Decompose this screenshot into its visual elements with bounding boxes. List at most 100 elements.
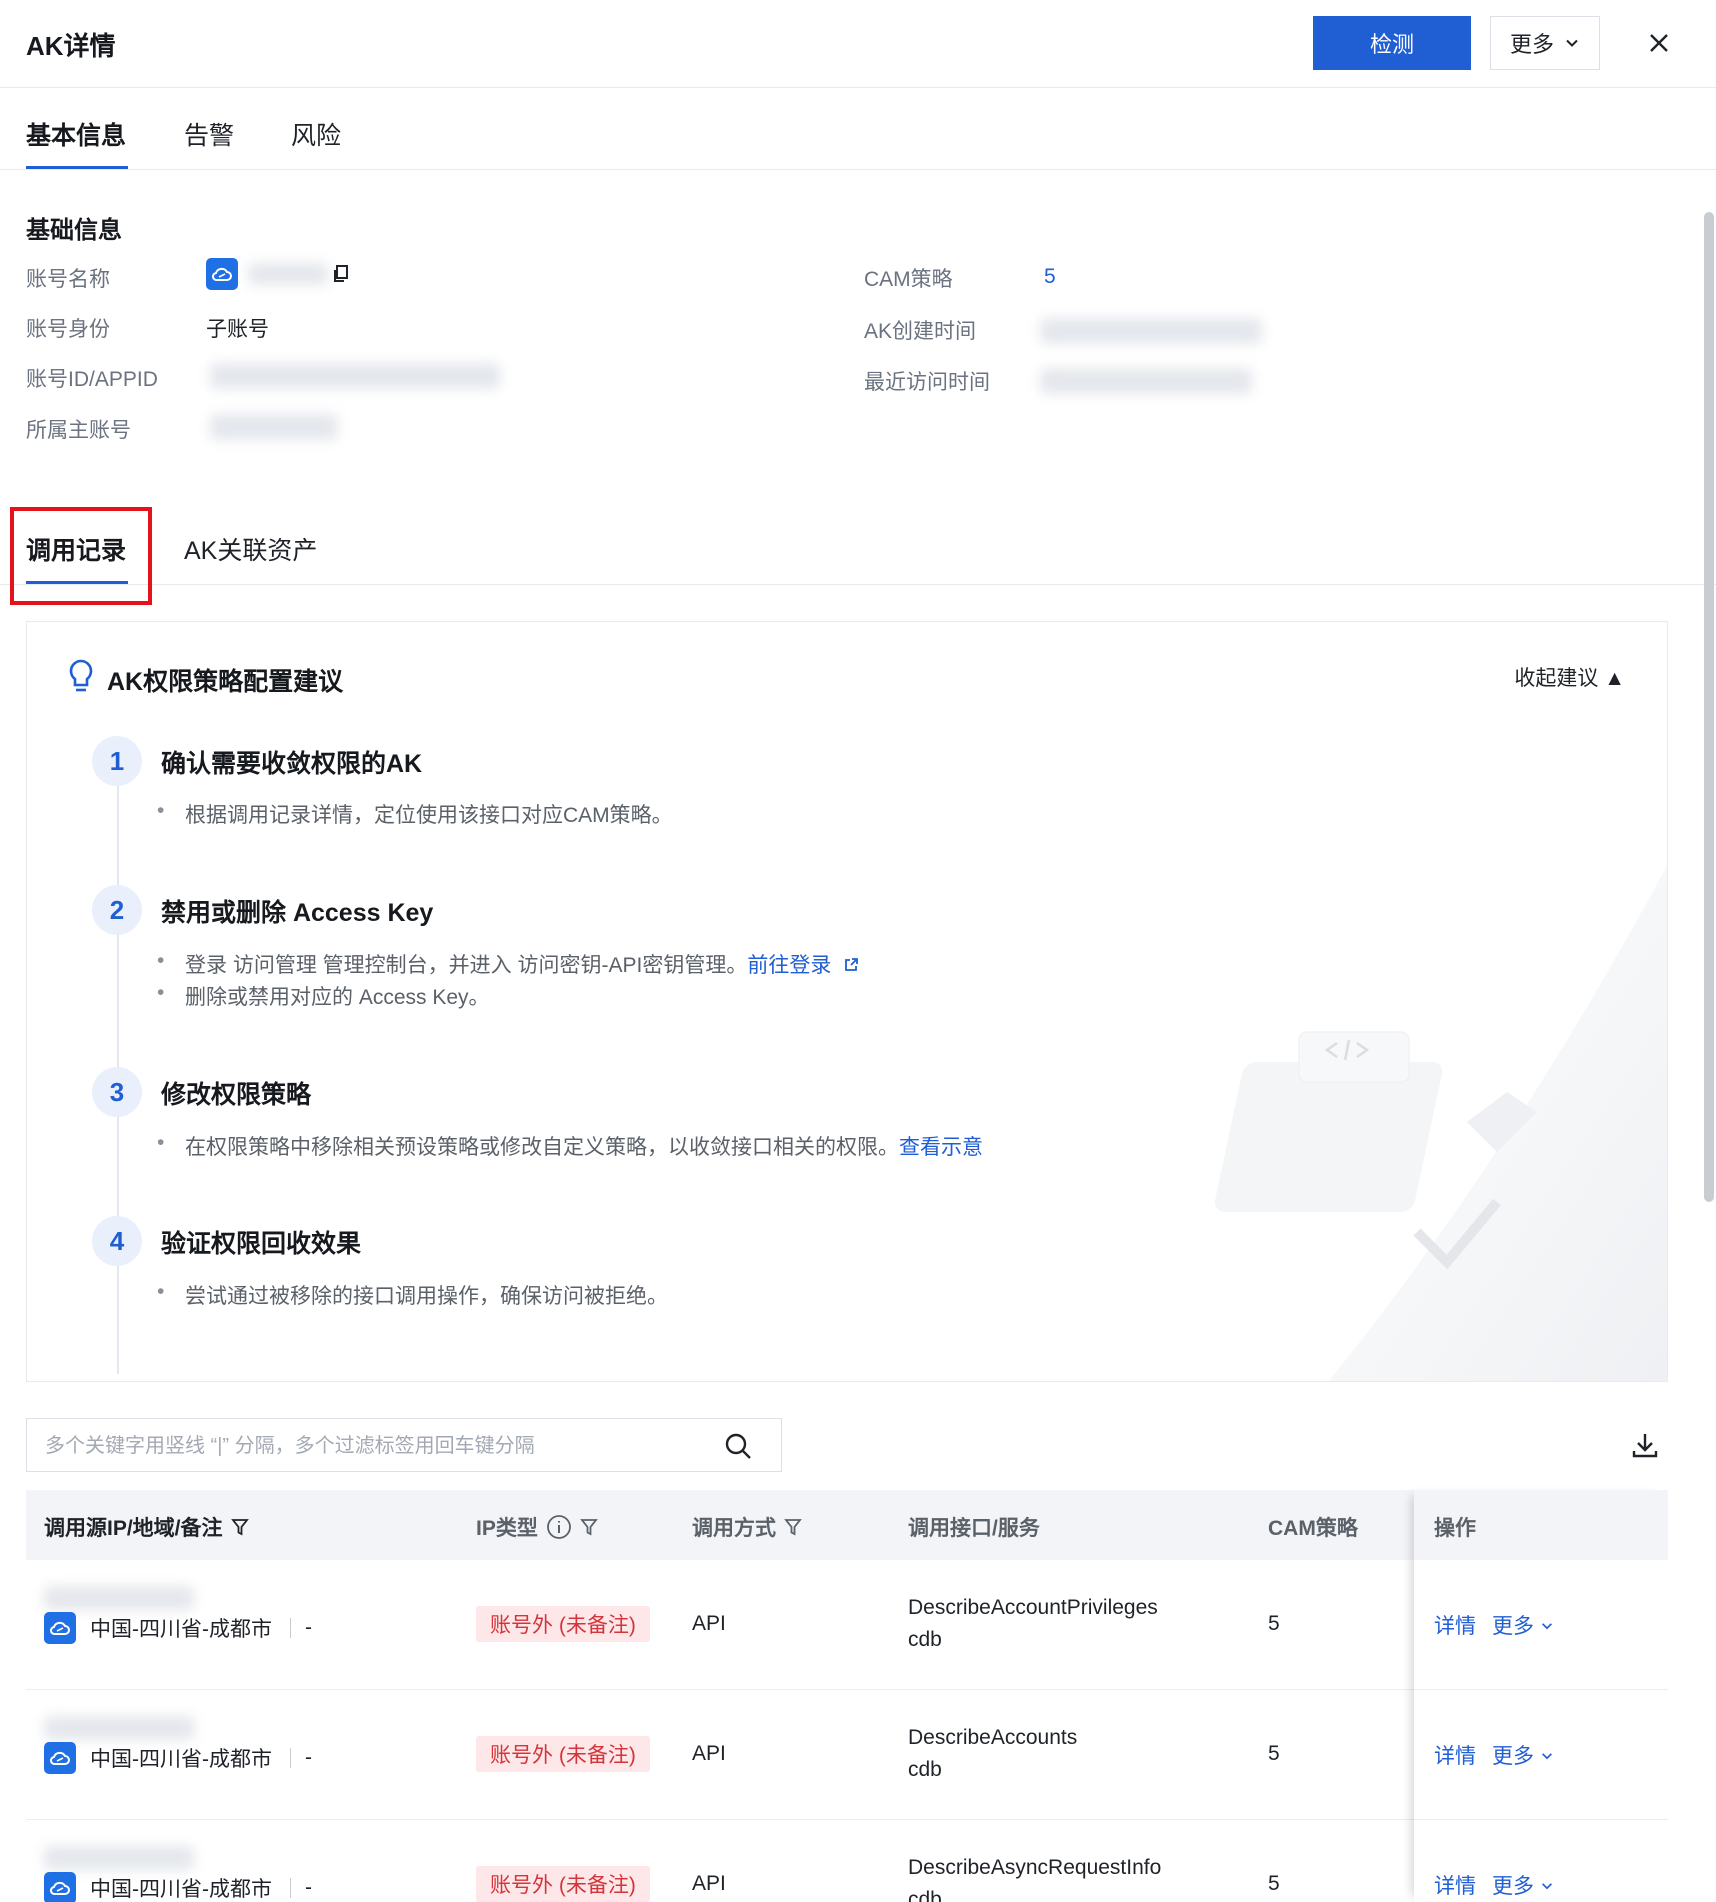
remark-text: - xyxy=(305,1616,312,1639)
step-title-1: 确认需要收敛权限的AK xyxy=(161,750,423,778)
sub-tabs: 调用记录 AK关联资产 xyxy=(0,505,1716,585)
external-link-icon[interactable] xyxy=(843,957,859,973)
search-icon[interactable] xyxy=(723,1431,753,1461)
highlight-annotation-box xyxy=(10,507,152,605)
last-access-time-redacted xyxy=(1040,368,1252,394)
sticky-actions-column-shadow xyxy=(1414,1490,1668,1902)
col-source-ip: 调用源IP/地域/备注 xyxy=(44,1512,249,1542)
filter-icon[interactable] xyxy=(579,1517,598,1537)
step-number-2: 2 xyxy=(92,885,142,935)
triangle-up-icon: ▲ xyxy=(1604,667,1625,690)
region-cell: 中国-四川省-成都市 - xyxy=(44,1872,312,1902)
label-last-access-time: 最近访问时间 xyxy=(864,371,990,394)
step-title-3: 修改权限策略 xyxy=(161,1081,312,1109)
cam-policy-link[interactable]: 5 xyxy=(1268,1742,1280,1766)
source-ip-redacted xyxy=(44,1846,194,1870)
cam-policy-link[interactable]: 5 xyxy=(1268,1612,1280,1636)
cloud-icon xyxy=(44,1872,76,1902)
source-ip-redacted xyxy=(44,1586,194,1610)
cloud-icon xyxy=(44,1612,76,1644)
tab-risks[interactable]: 风险 xyxy=(291,116,341,152)
close-icon[interactable] xyxy=(1644,28,1674,58)
region-text: 中国-四川省-成都市 xyxy=(90,1618,272,1641)
divider xyxy=(290,1748,291,1768)
col-interface-service: 调用接口/服务 xyxy=(908,1517,1040,1540)
active-tab-indicator xyxy=(26,166,128,169)
region-cell: 中国-四川省-成都市 - xyxy=(44,1612,312,1644)
step-number-1: 1 xyxy=(92,736,142,786)
detect-button[interactable]: 检测 xyxy=(1313,16,1471,70)
decorative-illustration xyxy=(1214,865,1667,1381)
account-name-redacted xyxy=(248,263,328,285)
lightbulb-icon xyxy=(69,659,93,692)
col-ip-type: IP类型 xyxy=(476,1512,598,1542)
region-cell: 中国-四川省-成都市 - xyxy=(44,1742,312,1774)
more-dropdown-button[interactable]: 更多 xyxy=(1490,16,1600,70)
step-title-4: 验证权限回收效果 xyxy=(161,1230,362,1258)
step-1-item: 根据调用记录详情，定位使用该接口对应CAM策略。 xyxy=(157,799,673,829)
interface-name: DescribeAsyncRequestInfo xyxy=(908,1856,1162,1879)
call-method: API xyxy=(692,1612,726,1635)
main-tabs: 基本信息 告警 风险 xyxy=(0,88,1716,170)
search-input[interactable] xyxy=(45,1431,705,1461)
ak-created-time-redacted xyxy=(1040,318,1262,344)
source-ip-redacted xyxy=(44,1716,194,1740)
ip-type-badge: 账号外 (未备注) xyxy=(476,1606,650,1642)
view-example-link[interactable]: 查看示意 xyxy=(899,1136,983,1159)
step-number-3: 3 xyxy=(92,1067,142,1117)
label-account-id: 账号ID/APPID xyxy=(26,368,158,391)
drawer-header: AK详情 检测 更多 xyxy=(0,0,1716,88)
account-identity-value: 子账号 xyxy=(206,318,269,341)
ip-type-badge: 账号外 (未备注) xyxy=(476,1736,650,1772)
step-2-item-1: 登录 访问管理 管理控制台，并进入 访问密钥-API密钥管理。前往登录 xyxy=(157,949,859,979)
region-text: 中国-四川省-成都市 xyxy=(90,1878,272,1901)
divider xyxy=(290,1618,291,1638)
interface-name: DescribeAccountPrivileges xyxy=(908,1596,1158,1619)
interface-name: DescribeAccounts xyxy=(908,1726,1078,1749)
label-account-name: 账号名称 xyxy=(26,268,110,291)
cloud-icon xyxy=(206,258,238,290)
main-account-redacted xyxy=(210,414,338,440)
ak-policy-suggestion-panel: AK权限策略配置建议 收起建议 ▲ 1 确认需要收敛权限的AK 根据调用记录详情… xyxy=(26,621,1668,1382)
cloud-icon xyxy=(44,1742,76,1774)
account-id-redacted xyxy=(210,363,500,389)
search-box xyxy=(26,1418,782,1472)
service-name: cdb xyxy=(908,1758,942,1781)
call-method: API xyxy=(692,1742,726,1765)
call-method: API xyxy=(692,1872,726,1895)
label-account-identity: 账号身份 xyxy=(26,318,110,341)
tab-ak-related-assets[interactable]: AK关联资产 xyxy=(184,531,317,567)
divider xyxy=(290,1878,291,1898)
col-cam-policy: CAM策略 xyxy=(1268,1517,1358,1540)
tab-basic-info[interactable]: 基本信息 xyxy=(26,116,126,152)
collapse-suggestion-button[interactable]: 收起建议 ▲ xyxy=(1514,662,1625,692)
chevron-down-icon xyxy=(1566,39,1578,47)
step-title-2: 禁用或删除 Access Key xyxy=(161,899,434,927)
copy-icon[interactable] xyxy=(332,264,350,284)
tab-alerts[interactable]: 告警 xyxy=(184,116,234,152)
filter-icon[interactable] xyxy=(784,1517,802,1537)
info-icon[interactable] xyxy=(546,1514,572,1540)
service-name: cdb xyxy=(908,1628,942,1651)
go-login-link[interactable]: 前往登录 xyxy=(747,954,831,977)
step-number-4: 4 xyxy=(92,1216,142,1266)
download-icon[interactable] xyxy=(1630,1430,1660,1460)
filter-icon[interactable] xyxy=(230,1517,249,1537)
cam-policy-link[interactable]: 5 xyxy=(1268,1872,1280,1896)
remark-text: - xyxy=(305,1746,312,1769)
section-title-basic-info: 基础信息 xyxy=(26,217,122,244)
more-label: 更多 xyxy=(1509,32,1554,57)
step-4-item: 尝试通过被移除的接口调用操作，确保访问被拒绝。 xyxy=(157,1280,668,1310)
step-2-item-2: 删除或禁用对应的 Access Key。 xyxy=(157,981,490,1011)
service-name: cdb xyxy=(908,1888,942,1902)
suggestion-title: AK权限策略配置建议 xyxy=(107,668,344,696)
label-cam-policy: CAM策略 xyxy=(864,268,953,291)
ip-type-badge: 账号外 (未备注) xyxy=(476,1866,650,1902)
cam-policy-count-link[interactable]: 5 xyxy=(1044,265,1056,289)
page-title: AK详情 xyxy=(26,31,116,61)
collapse-label: 收起建议 xyxy=(1514,667,1599,690)
label-main-account: 所属主账号 xyxy=(26,419,131,442)
region-text: 中国-四川省-成都市 xyxy=(90,1748,272,1771)
label-ak-created-time: AK创建时间 xyxy=(864,320,977,343)
vertical-scrollbar[interactable] xyxy=(1704,212,1714,1202)
